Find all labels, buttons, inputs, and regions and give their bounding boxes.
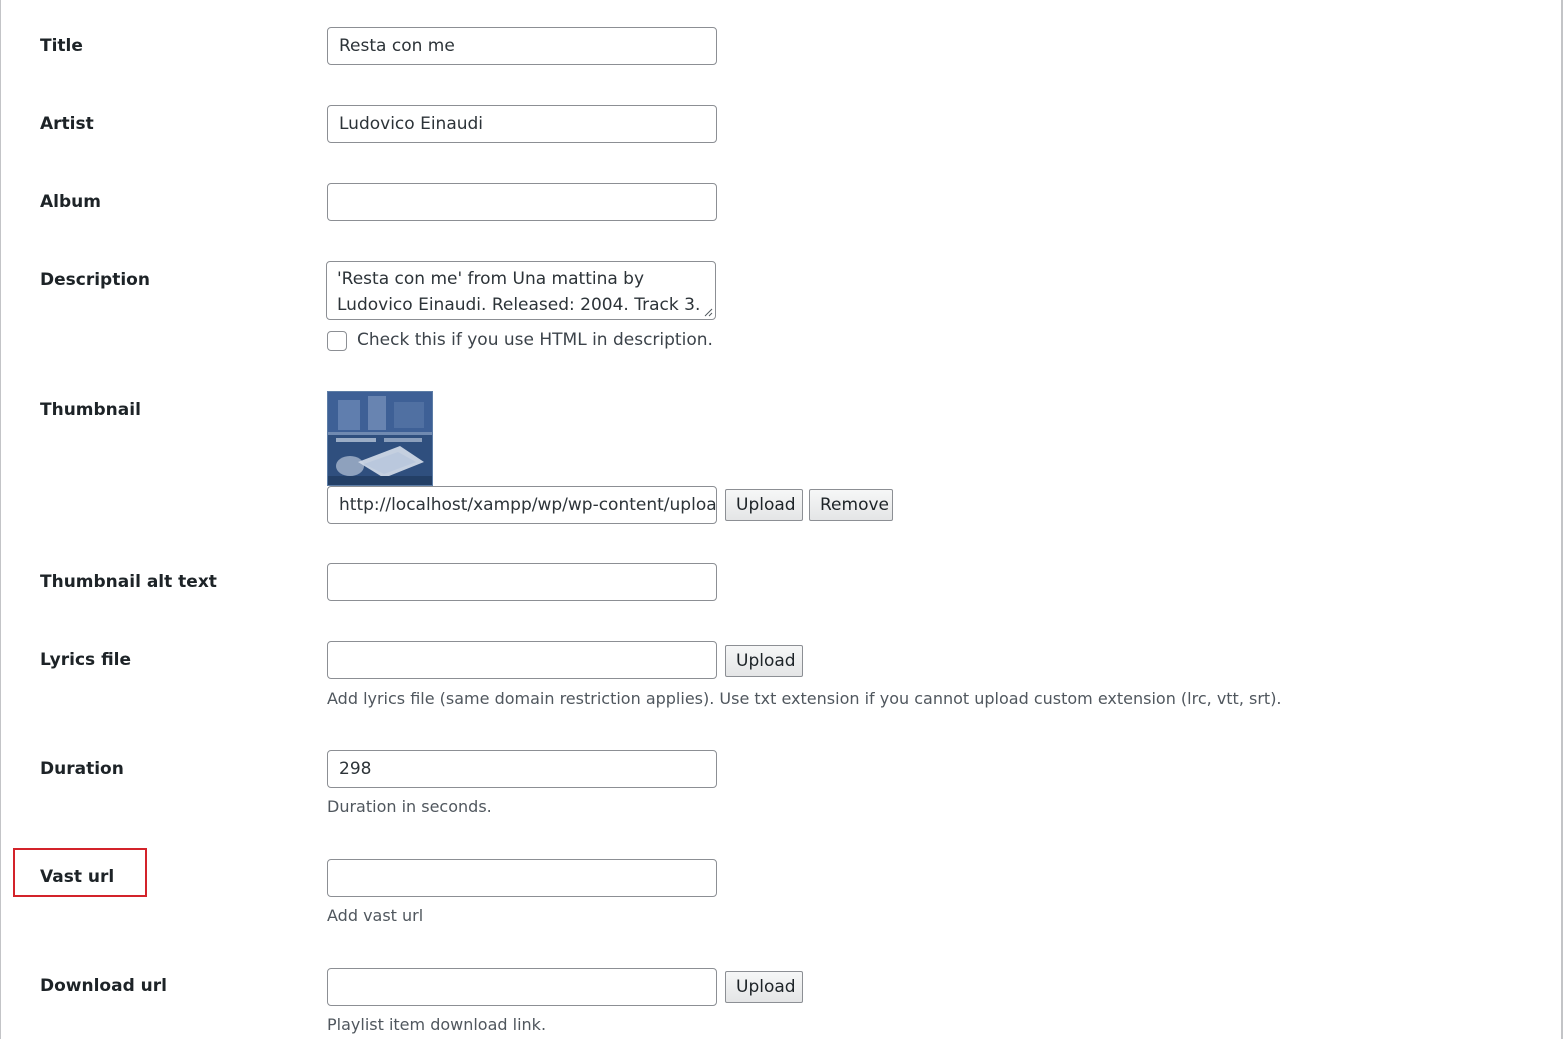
lyrics-file-input[interactable] [327, 641, 717, 679]
description-textarea[interactable]: 'Resta con me' from Una mattina by Ludov… [326, 261, 716, 320]
duration-help-text: Duration in seconds. [327, 797, 492, 816]
left-border [0, 0, 1, 1039]
lyrics-file-label: Lyrics file [40, 650, 132, 670]
vast-url-help-text: Add vast url [327, 906, 424, 925]
artist-input[interactable]: Ludovico Einaudi [327, 105, 717, 143]
thumbnail-url-input[interactable]: http://localhost/xampp/wp/wp-content/upl… [327, 486, 717, 524]
thumbnail-alt-label: Thumbnail alt text [40, 572, 217, 592]
lyrics-help-text: Add lyrics file (same domain restriction… [327, 689, 1282, 708]
download-url-label: Download url [40, 976, 167, 996]
title-input[interactable]: Resta con me [327, 27, 717, 65]
album-input[interactable] [327, 183, 717, 221]
thumbnail-remove-button[interactable]: Remove [809, 489, 893, 521]
artist-label: Artist [40, 114, 94, 134]
thumbnail-alt-input[interactable] [327, 563, 717, 601]
vast-url-input[interactable] [327, 859, 717, 897]
download-url-help-text: Playlist item download link. [327, 1015, 547, 1034]
html-description-checkbox[interactable] [327, 331, 347, 351]
vast-url-label: Vast url [40, 867, 115, 887]
lyrics-upload-button[interactable]: Upload [725, 645, 803, 677]
resize-grip-icon[interactable] [703, 307, 713, 317]
album-label: Album [40, 192, 101, 212]
thumbnail-upload-button[interactable]: Upload [725, 489, 803, 521]
description-text: 'Resta con me' from Una mattina by Ludov… [337, 269, 701, 315]
html-description-checkbox-label: Check this if you use HTML in descriptio… [357, 330, 713, 350]
duration-input[interactable]: 298 [327, 750, 717, 788]
description-label: Description [40, 270, 150, 290]
thumbnail-preview-image [327, 391, 433, 486]
duration-label: Duration [40, 759, 124, 779]
title-label: Title [40, 36, 83, 56]
download-upload-button[interactable]: Upload [725, 971, 803, 1003]
thumbnail-label: Thumbnail [40, 400, 141, 420]
download-url-input[interactable] [327, 968, 717, 1006]
